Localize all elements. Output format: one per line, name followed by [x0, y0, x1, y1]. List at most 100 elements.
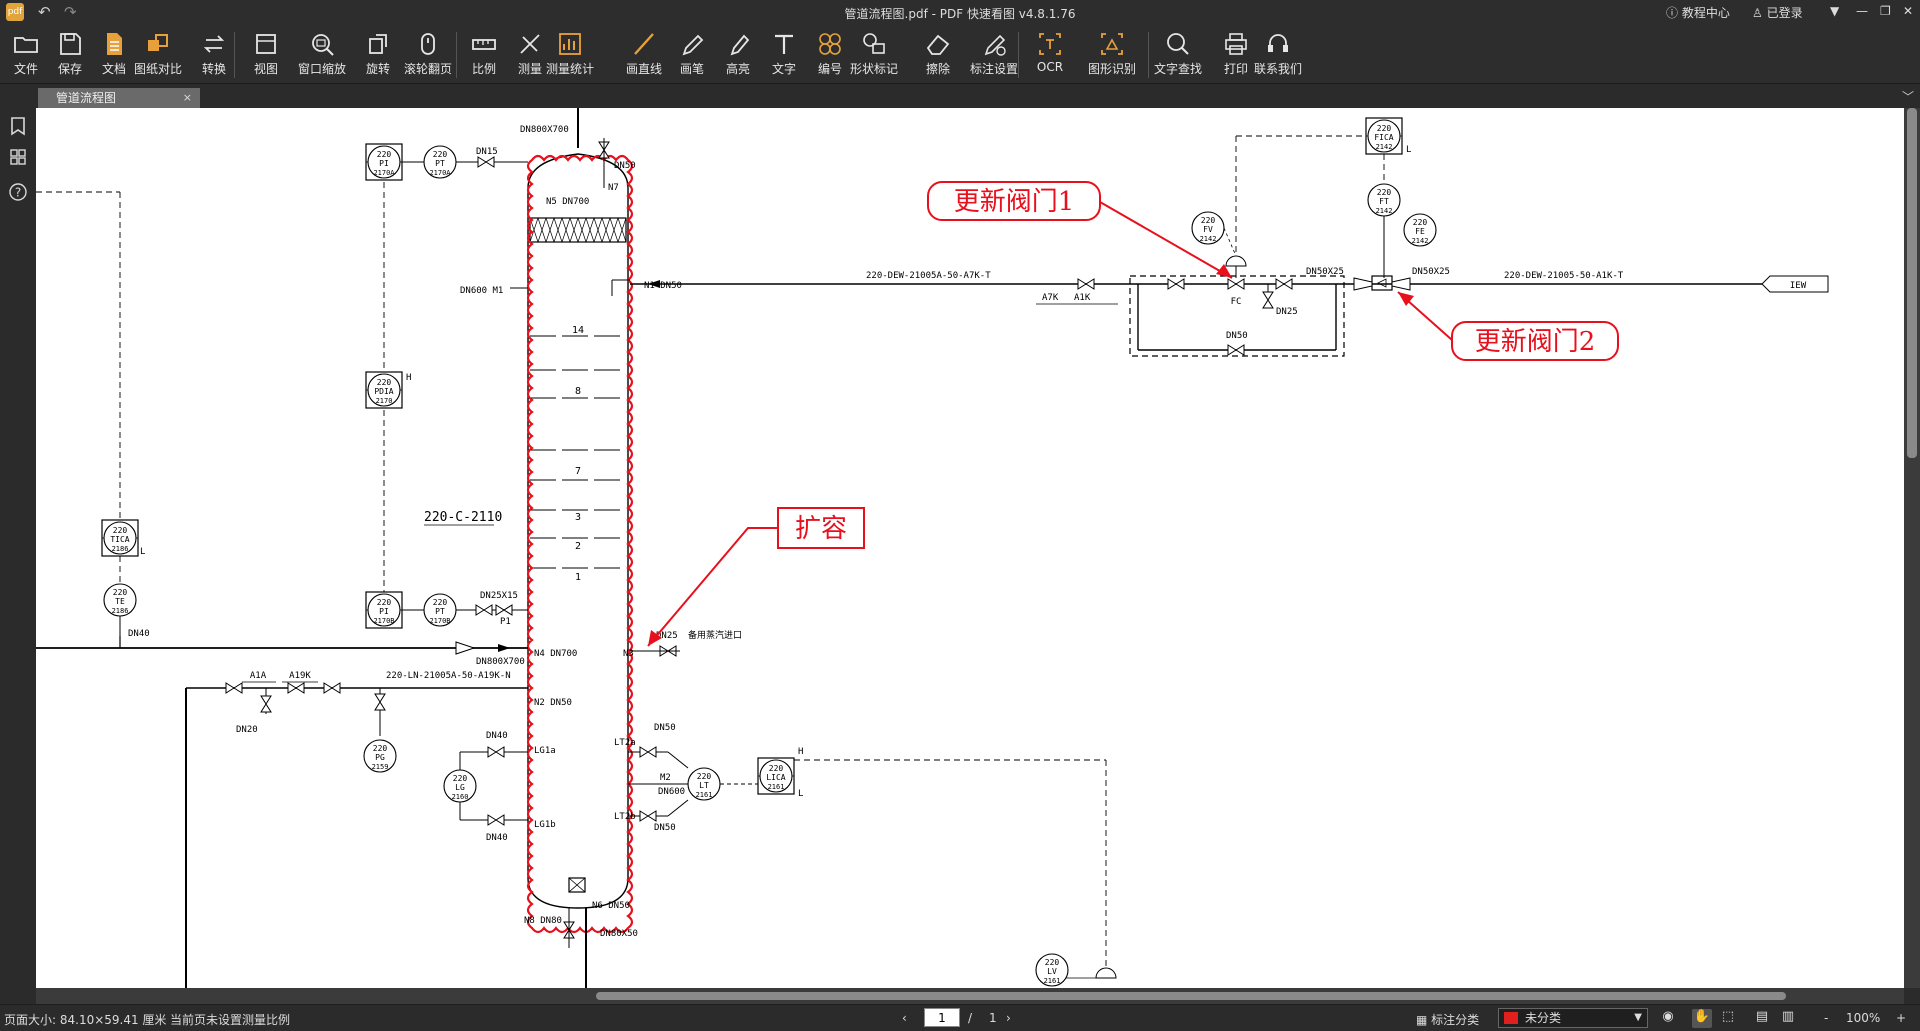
instrument-loop: 220: [1045, 958, 1060, 967]
valve-symbol: [323, 682, 341, 694]
undo-icon[interactable]: ↶: [38, 3, 51, 21]
spec-break-label: A19K: [289, 671, 311, 681]
eye-icon[interactable]: ◉: [1658, 1009, 1678, 1028]
zoom-level[interactable]: 100%: [1846, 1011, 1880, 1025]
double-page-icon[interactable]: ▥: [1778, 1009, 1798, 1028]
toolbar-scale-button[interactable]: 比例: [458, 26, 510, 82]
select-tool-icon[interactable]: ⬚: [1718, 1009, 1738, 1028]
instrument-number: 2142: [1376, 207, 1393, 215]
login-status[interactable]: ♙ 已登录: [1752, 4, 1803, 21]
toolbar-contact-button[interactable]: 联系我们: [1252, 26, 1304, 82]
nozzle-label: N4 DN700: [534, 649, 577, 659]
nozzle-label: DN40: [486, 833, 508, 843]
grid-icon[interactable]: [8, 148, 28, 168]
valve-symbol: [287, 682, 305, 694]
close-icon[interactable]: ✕: [1903, 4, 1913, 18]
toolbar-convert-button[interactable]: 转换: [188, 26, 240, 82]
bookmark-icon[interactable]: [8, 116, 28, 136]
tab-close-icon[interactable]: ×: [183, 88, 192, 108]
toolbar-shaperec-button[interactable]: 图形识别: [1086, 26, 1138, 82]
toolbar-shape-button[interactable]: 形状标记: [848, 26, 900, 82]
toolbar-line-button[interactable]: 画直线: [618, 26, 670, 82]
valve-symbol: [639, 810, 657, 822]
instrument-number: 2186: [112, 545, 129, 553]
menu-dropdown-icon[interactable]: ▼: [1830, 4, 1839, 18]
prev-page-icon[interactable]: ‹: [902, 1011, 907, 1025]
instrument-number: 2161: [696, 791, 713, 799]
toolbar-label: 画笔: [679, 62, 704, 76]
zoom-out-button[interactable]: -: [1824, 1011, 1828, 1025]
toolbar-compare-button[interactable]: 图纸对比: [132, 26, 184, 82]
minimize-icon[interactable]: —: [1856, 4, 1868, 18]
nozzle-label: DN50: [654, 823, 676, 833]
instrument-tag: PDIA: [374, 387, 393, 396]
ocr-icon: [1039, 33, 1061, 55]
chevron-down-icon[interactable]: ﹀: [1902, 88, 1914, 105]
vertical-scroll-thumb[interactable]: [1907, 108, 1917, 458]
convert-icon: [203, 35, 225, 53]
toolbar-erase-button[interactable]: 擦除: [912, 26, 964, 82]
tab-document[interactable]: 管道流程图 ×: [38, 88, 200, 108]
document-canvas[interactable]: 14 8 7 3 2 1 220-C-2110 DN800X700 N5 DN700 N7 DN50…: [36, 108, 1904, 988]
valve-symbol: [639, 746, 657, 758]
toolbar-zoomwin-button[interactable]: 窗口缩放: [296, 26, 348, 82]
instrument-tag: TICA: [110, 535, 129, 544]
toolbar-separator: [1018, 32, 1019, 78]
column-body: [527, 153, 629, 909]
tray-number: 14: [572, 325, 584, 336]
measure-icon: [520, 34, 540, 54]
valve-symbol: [1227, 278, 1245, 290]
page-number-input[interactable]: 1: [924, 1008, 960, 1027]
nozzle-label: LG1a: [534, 746, 556, 756]
toolbar-text-button[interactable]: 文字: [758, 26, 810, 82]
instrument-number: 2186: [112, 607, 129, 615]
scale-status-text[interactable]: 当前页未设置测量比例: [170, 1011, 290, 1028]
category-select[interactable]: 未分类 ▼: [1498, 1008, 1648, 1028]
horizontal-scroll-thumb[interactable]: [596, 992, 1786, 1000]
horizontal-scrollbar[interactable]: [36, 988, 1904, 1004]
category-grid-icon: ▦: [1416, 1013, 1428, 1027]
redo-icon[interactable]: ↷: [64, 3, 77, 21]
valve-symbol: [1275, 278, 1293, 290]
toolbar-highlight-button[interactable]: 高亮: [712, 26, 764, 82]
toolbar-ocr-button[interactable]: OCR: [1024, 26, 1076, 82]
reducer-symbol: [1353, 277, 1373, 291]
folder-icon: [14, 37, 38, 53]
line-size-label: DN25: [1276, 307, 1298, 317]
tower-id-label: 220-C-2110: [424, 510, 502, 525]
single-page-icon[interactable]: ▤: [1752, 1009, 1772, 1028]
toolbar-stats-button[interactable]: 测量统计: [544, 26, 596, 82]
page-size-text: 页面大小: 84.10×59.41 厘米: [4, 1013, 167, 1027]
toolbar-label: 图纸对比: [133, 62, 182, 76]
line-size-label: DN50X25: [1412, 267, 1450, 277]
shape-recognition-icon: [1101, 33, 1123, 55]
line-size-label: DN50X25: [1306, 267, 1344, 277]
toolbar-label: 转换: [201, 62, 226, 76]
nozzle-label: 备用蒸汽进口: [688, 629, 742, 641]
pen-icon: [682, 34, 704, 56]
toolbar-find-button[interactable]: 文字查找: [1152, 26, 1204, 82]
help-icon[interactable]: ?: [8, 182, 28, 202]
toolbar-annset-button[interactable]: 标注设置: [968, 26, 1020, 82]
nozzle-label: N1 DN50: [644, 281, 682, 291]
next-page-icon[interactable]: ›: [1006, 1011, 1011, 1025]
packing-bed: [529, 217, 627, 243]
toolbar-pen-button[interactable]: 画笔: [666, 26, 718, 82]
toolbar-rotate-button[interactable]: 旋转: [352, 26, 404, 82]
maximize-icon[interactable]: ❐: [1880, 4, 1891, 18]
help-center-link[interactable]: ⓘ 教程中心: [1666, 4, 1730, 21]
zoom-in-button[interactable]: +: [1896, 1011, 1906, 1025]
valve-symbol: [374, 693, 386, 711]
annotation-category-button[interactable]: ▦ 标注分类: [1416, 1011, 1479, 1028]
eraser-icon: [926, 34, 950, 55]
hand-tool-icon[interactable]: ✋: [1692, 1009, 1712, 1028]
annotation-settings-icon: [984, 34, 1006, 56]
toolbar-view-button[interactable]: 视图: [240, 26, 292, 82]
toolbar-scroll-button[interactable]: 滚轮翻页: [402, 26, 454, 82]
valve1-callout-text: 更新阀门1: [954, 187, 1075, 217]
nozzle-label: LT2a: [614, 738, 636, 748]
nozzle-label: M2: [660, 773, 671, 783]
vertical-scrollbar[interactable]: [1904, 108, 1920, 988]
instrument-loop: 220: [1413, 218, 1428, 227]
shape-icon: [863, 33, 885, 54]
